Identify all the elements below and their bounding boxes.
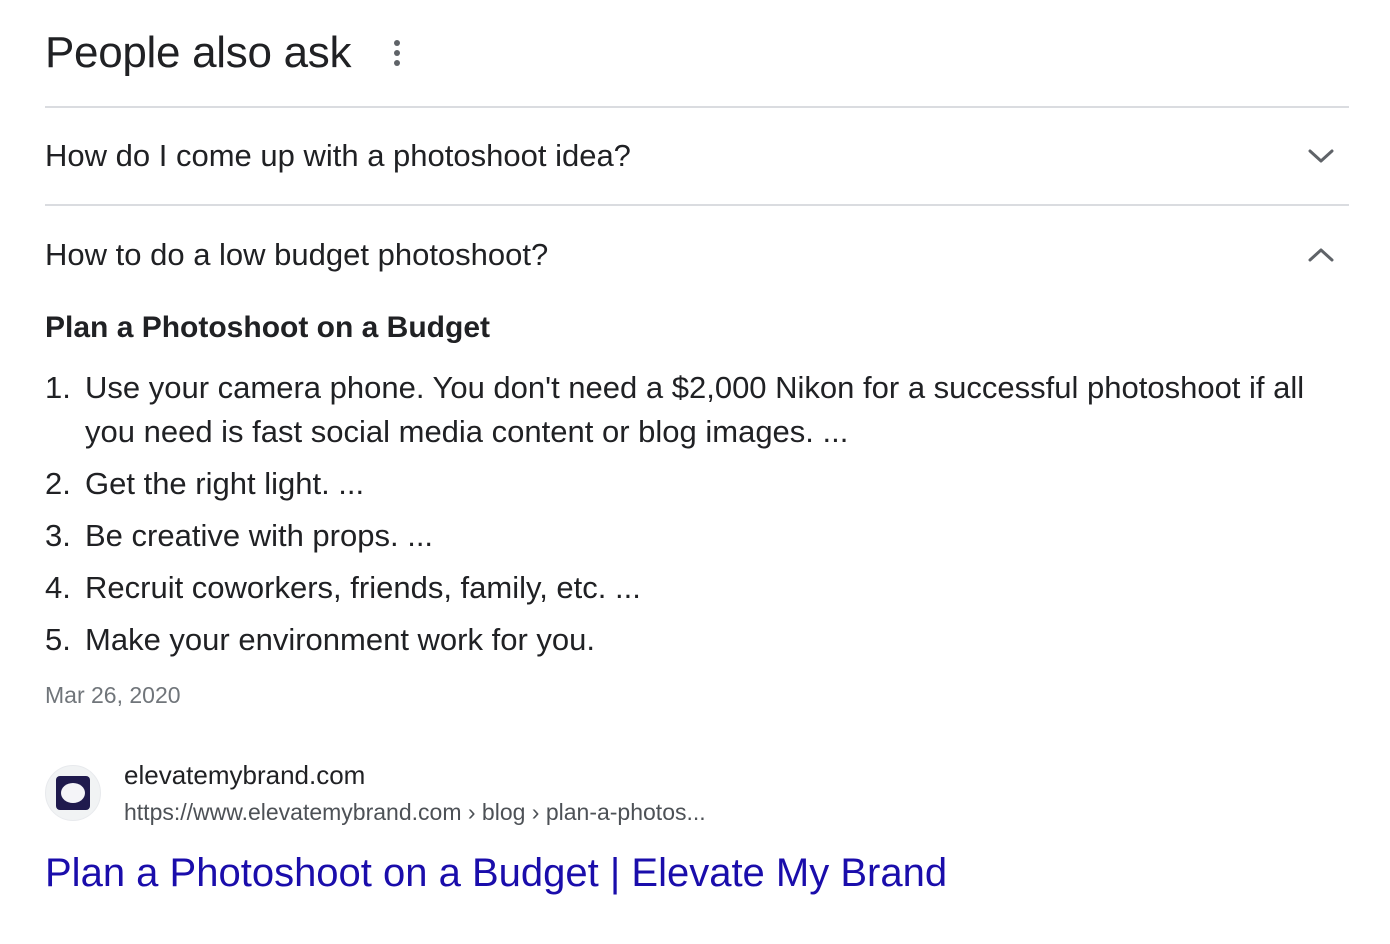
question-text: How to do a low budget photoshoot? — [45, 237, 549, 272]
list-item: 3. Be creative with props. ... — [45, 514, 1349, 558]
chevron-down-icon[interactable] — [1303, 138, 1339, 174]
list-item-number: 1. — [45, 370, 71, 405]
list-item-text: Get the right light. ... — [85, 466, 365, 501]
source-text: elevatemybrand.com https://www.elevatemy… — [124, 758, 706, 828]
list-item: 2. Get the right light. ... — [45, 462, 1349, 506]
answer-list: 1. Use your camera phone. You don't need… — [45, 366, 1349, 662]
list-item: 4. Recruit coworkers, friends, family, e… — [45, 566, 1349, 610]
question-text: How do I come up with a photoshoot idea? — [45, 138, 631, 173]
answer-date: Mar 26, 2020 — [45, 682, 181, 708]
list-item-number: 2. — [45, 466, 71, 501]
paa-title: People also ask — [45, 28, 352, 77]
people-also-ask-panel: People also ask How do I come up with a … — [45, 0, 1349, 898]
source-citation[interactable]: elevatemybrand.com https://www.elevatemy… — [45, 758, 1349, 828]
paa-header: People also ask — [45, 0, 1349, 108]
list-item-number: 4. — [45, 570, 71, 605]
list-item-number: 3. — [45, 518, 71, 553]
list-item-text: Use your camera phone. You don't need a … — [85, 370, 1305, 449]
site-name: elevatemybrand.com — [124, 760, 366, 790]
result-title-link[interactable]: Plan a Photoshoot on a Budget | Elevate … — [45, 848, 1349, 898]
answer-panel: Plan a Photoshoot on a Budget 1. Use you… — [45, 304, 1349, 898]
question-item-photoshoot-idea[interactable]: How do I come up with a photoshoot idea? — [45, 108, 1349, 206]
answer-heading: Plan a Photoshoot on a Budget — [45, 311, 490, 344]
list-item-text: Recruit coworkers, friends, family, etc.… — [85, 570, 641, 605]
list-item-text: Be creative with props. ... — [85, 518, 434, 553]
elevatemybrand-logo-icon — [56, 776, 90, 810]
list-item: 1. Use your camera phone. You don't need… — [45, 366, 1349, 454]
more-options-button[interactable] — [385, 35, 409, 71]
chevron-up-icon[interactable] — [1303, 237, 1339, 273]
site-url-breadcrumb: https://www.elevatemybrand.com › blog › … — [124, 799, 706, 825]
list-item-number: 5. — [45, 622, 71, 657]
list-item: 5. Make your environment work for you. — [45, 618, 1349, 662]
list-item-text: Make your environment work for you. — [85, 622, 595, 657]
site-favicon — [45, 765, 101, 821]
more-vert-icon — [394, 40, 401, 66]
question-item-low-budget-photoshoot[interactable]: How to do a low budget photoshoot? — [45, 206, 1349, 304]
